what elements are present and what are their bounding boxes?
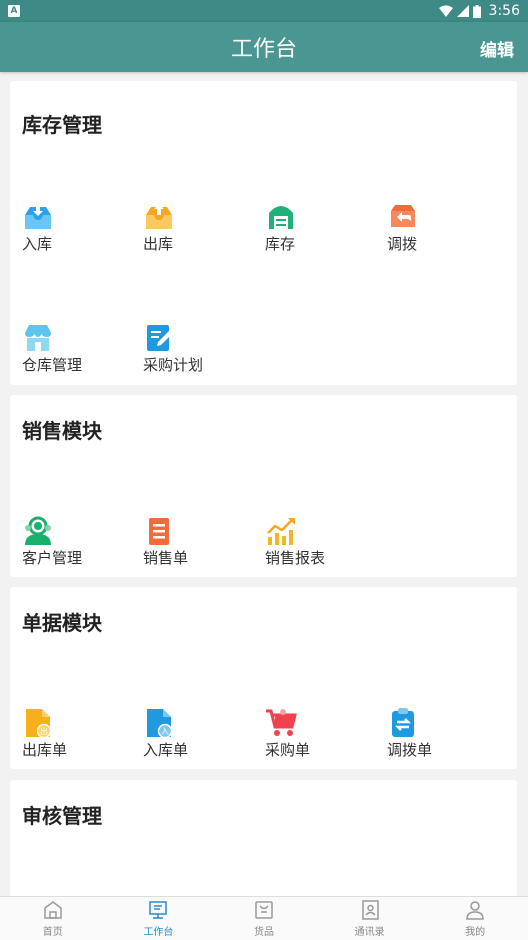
entry-label: 出库单 <box>22 741 68 759</box>
section-title: 库存管理 <box>22 113 102 137</box>
svg-text:入: 入 <box>161 727 169 736</box>
tab-label: 首页 <box>42 927 63 938</box>
sales-doc-icon <box>149 518 169 545</box>
inbox-in-icon <box>25 205 51 229</box>
entry-label: 客户管理 <box>22 549 83 567</box>
entry-label: 入库 <box>22 235 53 253</box>
chart-icon <box>267 518 295 545</box>
section-title: 审核管理 <box>22 804 102 828</box>
in-doc-icon: 入 <box>147 709 173 739</box>
notification-icon: A <box>8 5 20 17</box>
entry-label: 销售单 <box>143 549 189 567</box>
profile-icon <box>466 901 484 920</box>
section-documents: 单据模块 出 出库单 入 入库单 采购单 调拨单 <box>10 587 517 769</box>
section-review: 审核管理 <box>10 780 517 896</box>
entry-label: 销售报表 <box>265 549 326 567</box>
app-bar: 工作台 编辑 <box>0 22 528 72</box>
tab-label: 货品 <box>253 927 274 938</box>
status-bar: A 3:56 <box>0 0 528 22</box>
tab-contacts[interactable]: 通讯录 <box>317 897 423 940</box>
wifi-icon <box>438 5 453 17</box>
out-doc-icon: 出 <box>26 709 52 739</box>
entry-sales-order[interactable]: 销售单 <box>143 515 253 571</box>
tab-home[interactable]: 首页 <box>0 897 106 940</box>
signal-icon <box>456 5 469 17</box>
entry-label: 采购计划 <box>143 356 204 374</box>
entry-purchase-plan[interactable]: 采购计划 <box>143 322 253 378</box>
entry-label: 采购单 <box>265 741 311 759</box>
entry-transfer[interactable]: 调拨 <box>387 201 497 257</box>
store-icon <box>25 325 51 351</box>
section-title: 销售模块 <box>22 419 102 443</box>
entry-inventory[interactable]: 库存 <box>265 201 375 257</box>
tab-goods[interactable]: 货品 <box>211 897 317 940</box>
entry-transfer-order[interactable]: 调拨单 <box>387 707 497 763</box>
edit-button[interactable]: 编辑 <box>480 36 514 61</box>
svg-text:出: 出 <box>40 726 48 736</box>
entry-label: 调拨 <box>387 235 418 253</box>
edit-doc-icon <box>147 325 173 351</box>
tab-label: 工作台 <box>143 927 174 938</box>
transfer-doc-icon <box>392 708 414 737</box>
cart-icon <box>266 709 297 736</box>
tab-profile[interactable]: 我的 <box>422 897 528 940</box>
entry-label: 库存 <box>265 235 296 253</box>
entry-label: 调拨单 <box>387 741 433 759</box>
entry-purchase-order[interactable]: 采购单 <box>265 707 375 763</box>
section-sales: 销售模块 客户管理 销售单 销售报表 <box>10 395 517 577</box>
entry-stock-in[interactable]: 入库 <box>22 201 132 257</box>
tab-label: 我的 <box>465 927 486 938</box>
warehouse-icon <box>269 206 293 229</box>
entry-sales-report[interactable]: 销售报表 <box>265 515 375 571</box>
entry-out-order[interactable]: 出 出库单 <box>22 707 132 763</box>
tab-workbench[interactable]: 工作台 <box>106 897 212 940</box>
home-icon <box>44 901 62 919</box>
entry-warehouse-mgmt[interactable]: 仓库管理 <box>22 322 132 378</box>
transfer-box-icon <box>391 205 415 227</box>
inbox-out-icon <box>146 204 172 229</box>
contacts-icon <box>361 900 379 920</box>
entry-label: 入库单 <box>143 741 189 759</box>
entry-stock-out[interactable]: 出库 <box>143 201 253 257</box>
entry-customers[interactable]: 客户管理 <box>22 515 132 571</box>
goods-icon <box>255 901 273 919</box>
customers-icon <box>25 516 51 545</box>
entry-in-order[interactable]: 入 入库单 <box>143 707 253 763</box>
workbench-content: 库存管理 入库 出库 库存 调拨 仓库管理 采购计划 销售模块 客户管理 销售单… <box>0 72 528 896</box>
workbench-icon <box>149 901 168 919</box>
battery-icon <box>472 4 481 18</box>
tab-label: 通讯录 <box>354 927 385 938</box>
entry-label: 出库 <box>143 235 174 253</box>
entry-label: 仓库管理 <box>22 356 83 374</box>
clock: 3:56 <box>488 3 520 19</box>
bottom-tab-bar: 首页 工作台 货品 通讯录 我的 <box>0 896 528 940</box>
section-title: 单据模块 <box>22 611 102 635</box>
page-title: 工作台 <box>230 37 297 62</box>
section-inventory: 库存管理 入库 出库 库存 调拨 仓库管理 采购计划 <box>10 81 517 385</box>
